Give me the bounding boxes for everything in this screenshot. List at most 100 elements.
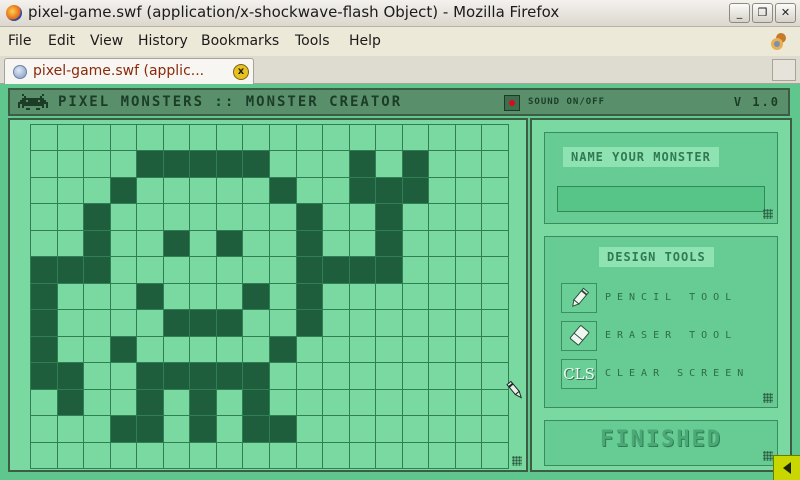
- grid-cell[interactable]: [31, 204, 58, 231]
- grid-cell[interactable]: [482, 336, 509, 364]
- grid-cell[interactable]: [110, 389, 138, 417]
- grid-cell[interactable]: [455, 442, 483, 469]
- grid-cell[interactable]: [402, 389, 430, 417]
- grid-cell[interactable]: [376, 416, 403, 443]
- grid-cell[interactable]: [455, 177, 483, 205]
- grid-cell[interactable]: [190, 389, 217, 417]
- grid-cell[interactable]: [429, 125, 456, 152]
- grid-cell[interactable]: [323, 151, 350, 178]
- menu-tools[interactable]: Tools: [295, 33, 330, 49]
- grid-cell[interactable]: [402, 204, 430, 231]
- grid-cell[interactable]: [429, 177, 456, 205]
- grid-cell[interactable]: [216, 257, 244, 284]
- grid-cell[interactable]: [216, 204, 244, 231]
- grid-cell[interactable]: [190, 283, 217, 311]
- grid-cell[interactable]: [190, 310, 217, 337]
- grid-cell[interactable]: [429, 363, 456, 390]
- grid-cell[interactable]: [243, 442, 270, 469]
- grid-cell[interactable]: [402, 151, 430, 178]
- grid-cell[interactable]: [31, 442, 58, 469]
- grid-cell[interactable]: [243, 151, 270, 178]
- grid-cell[interactable]: [376, 151, 403, 178]
- grid-cell[interactable]: [482, 151, 509, 178]
- grid-cell[interactable]: [402, 230, 430, 258]
- grid-cell[interactable]: [296, 177, 324, 205]
- grid-cell[interactable]: [269, 416, 297, 443]
- grid-cell[interactable]: [243, 177, 270, 205]
- grid-cell[interactable]: [137, 363, 164, 390]
- grid-cell[interactable]: [323, 257, 350, 284]
- grid-cell[interactable]: [323, 204, 350, 231]
- grid-cell[interactable]: [402, 416, 430, 443]
- grid-cell[interactable]: [376, 257, 403, 284]
- grid-cell[interactable]: [243, 283, 270, 311]
- grid-cell[interactable]: [269, 336, 297, 364]
- grid-cell[interactable]: [455, 125, 483, 152]
- grid-cell[interactable]: [57, 125, 85, 152]
- grid-cell[interactable]: [269, 310, 297, 337]
- grid-cell[interactable]: [482, 416, 509, 443]
- grid-cell[interactable]: [31, 125, 58, 152]
- grid-cell[interactable]: [243, 257, 270, 284]
- grid-cell[interactable]: [349, 310, 377, 337]
- grid-cell[interactable]: [190, 442, 217, 469]
- maximize-button[interactable]: ❐: [752, 3, 773, 23]
- grid-cell[interactable]: [216, 283, 244, 311]
- grid-cell[interactable]: [163, 151, 191, 178]
- grid-cell[interactable]: [402, 442, 430, 469]
- grid-cell[interactable]: [163, 125, 191, 152]
- grid-cell[interactable]: [57, 230, 85, 258]
- grid-cell[interactable]: [455, 283, 483, 311]
- grid-cell[interactable]: [216, 151, 244, 178]
- grid-cell[interactable]: [296, 283, 324, 311]
- grid-cell[interactable]: [84, 151, 111, 178]
- tab-pixel-game[interactable]: pixel-game.swf (applic... x: [4, 58, 254, 84]
- menu-bookmarks[interactable]: Bookmarks: [201, 33, 279, 49]
- grid-cell[interactable]: [349, 389, 377, 417]
- grid-cell[interactable]: [349, 363, 377, 390]
- grid-cell[interactable]: [243, 310, 270, 337]
- grid-cell[interactable]: [84, 257, 111, 284]
- grid-cell[interactable]: [31, 230, 58, 258]
- grid-cell[interactable]: [402, 310, 430, 337]
- grid-cell[interactable]: [57, 442, 85, 469]
- grid-cell[interactable]: [429, 416, 456, 443]
- grid-cell[interactable]: [296, 230, 324, 258]
- pixel-grid[interactable]: [30, 124, 509, 469]
- grid-cell[interactable]: [190, 151, 217, 178]
- grid-cell[interactable]: [296, 416, 324, 443]
- grid-cell[interactable]: [84, 310, 111, 337]
- grid-cell[interactable]: [137, 257, 164, 284]
- grid-cell[interactable]: [482, 283, 509, 311]
- grid-cell[interactable]: [482, 204, 509, 231]
- grid-cell[interactable]: [110, 257, 138, 284]
- grid-cell[interactable]: [243, 230, 270, 258]
- grid-cell[interactable]: [429, 389, 456, 417]
- grid-cell[interactable]: [243, 204, 270, 231]
- grid-cell[interactable]: [455, 310, 483, 337]
- grid-cell[interactable]: [137, 442, 164, 469]
- grid-cell[interactable]: [163, 363, 191, 390]
- grid-cell[interactable]: [349, 442, 377, 469]
- grid-cell[interactable]: [216, 310, 244, 337]
- grid-cell[interactable]: [296, 336, 324, 364]
- sound-toggle-button[interactable]: [504, 95, 520, 111]
- grid-cell[interactable]: [137, 336, 164, 364]
- grid-cell[interactable]: [269, 204, 297, 231]
- grid-cell[interactable]: [216, 389, 244, 417]
- grid-cell[interactable]: [137, 204, 164, 231]
- grid-cell[interactable]: [137, 389, 164, 417]
- grid-cell[interactable]: [57, 336, 85, 364]
- grid-cell[interactable]: [429, 336, 456, 364]
- grid-cell[interactable]: [163, 257, 191, 284]
- grid-cell[interactable]: [376, 363, 403, 390]
- grid-cell[interactable]: [137, 230, 164, 258]
- grid-cell[interactable]: [137, 177, 164, 205]
- grid-cell[interactable]: [323, 230, 350, 258]
- grid-cell[interactable]: [376, 283, 403, 311]
- grid-cell[interactable]: [323, 283, 350, 311]
- grid-cell[interactable]: [296, 151, 324, 178]
- grid-cell[interactable]: [190, 125, 217, 152]
- grid-cell[interactable]: [31, 389, 58, 417]
- grid-cell[interactable]: [376, 204, 403, 231]
